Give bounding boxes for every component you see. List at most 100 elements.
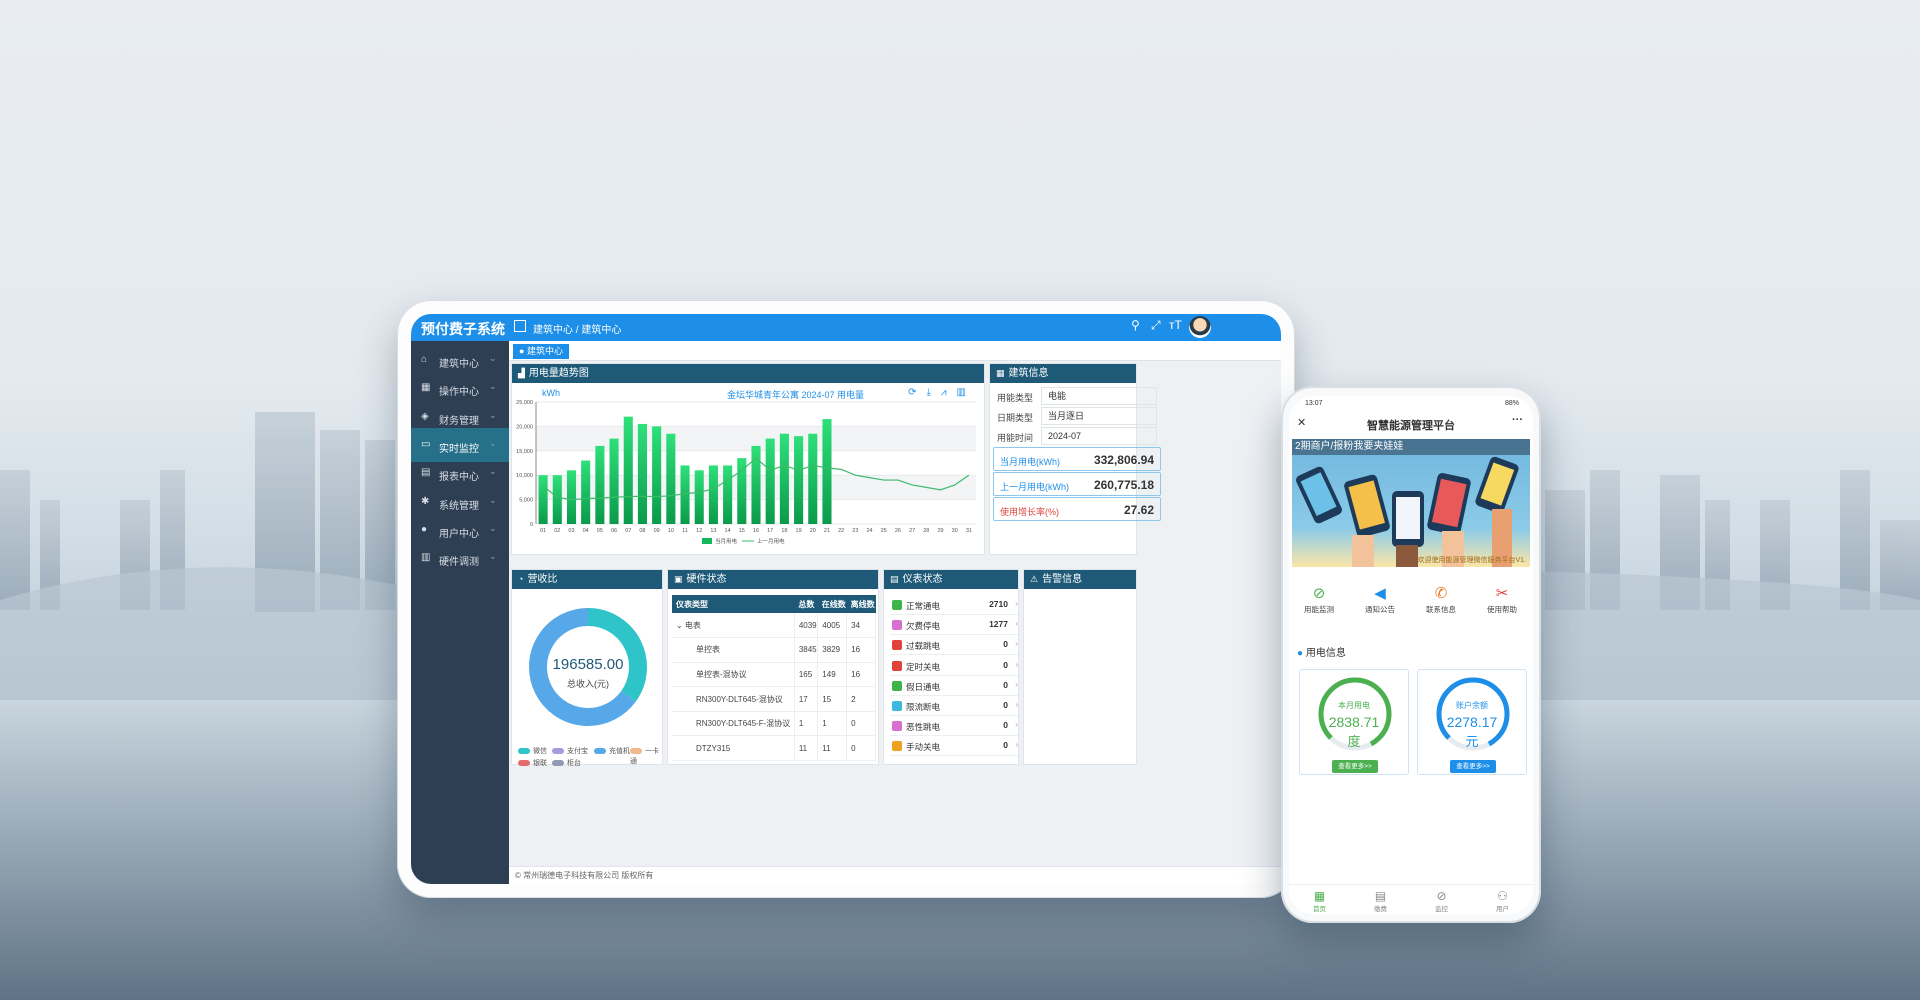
sidebar-item-7[interactable]: ▥ 硬件调测 ⌄ bbox=[411, 541, 509, 575]
status-label: 欠费停电 bbox=[906, 621, 941, 632]
table-row[interactable]: RN300Y-DLT645-F-混协议 1 1 0 bbox=[672, 711, 876, 737]
status-label: 手动关电 bbox=[906, 742, 941, 753]
sidebar-item-label: 实时监控 bbox=[439, 443, 479, 455]
bar[interactable] bbox=[822, 419, 832, 524]
more-icon[interactable]: ··· bbox=[1512, 414, 1523, 426]
bar[interactable] bbox=[765, 438, 775, 524]
x-tick-label: 30 bbox=[952, 528, 958, 534]
bar[interactable] bbox=[595, 445, 605, 524]
legend-swatch bbox=[552, 748, 564, 754]
legend-item[interactable]: 一卡通 bbox=[630, 746, 662, 766]
bar[interactable] bbox=[609, 438, 619, 524]
promo-banner[interactable]: 2期商户/报粉我要夹娃娃 欢迎使用能源管理微信服务平台V1. bbox=[1292, 439, 1530, 567]
bar[interactable] bbox=[538, 475, 548, 524]
quick-link[interactable]: ◀ 通知公告 bbox=[1350, 584, 1410, 615]
table-header: 仪表类型 bbox=[672, 595, 795, 613]
revenue-panel-header: ◔ 营收比 bbox=[512, 570, 662, 589]
legend-item[interactable]: 银联 bbox=[518, 758, 547, 768]
section-label: 用电信息 bbox=[1305, 648, 1346, 659]
bottom-nav-icon: ▦ bbox=[1313, 889, 1326, 903]
table-cell: 165 bbox=[794, 662, 819, 688]
avatar[interactable] bbox=[1189, 316, 1211, 338]
chevron-right-icon: › bbox=[1015, 699, 1018, 709]
bar[interactable] bbox=[623, 416, 633, 524]
main-content: ● 建筑中心 ▟ 用电量趋势图 kWh 金坛华城青年公寓 2024-07 用电量 … bbox=[509, 341, 1281, 884]
meter-status-row[interactable]: 恶性跳电 0 › bbox=[890, 716, 1018, 737]
view-more-button[interactable]: 查看更多>> bbox=[1332, 760, 1378, 773]
status-count: 0 bbox=[1003, 659, 1008, 670]
meter-status-row[interactable]: 过载跳电 0 › bbox=[890, 635, 1018, 656]
phone-device: 13:07 88% ✕ 智慧能源管理平台 ··· 2期商户/报粉我要夹娃娃 欢迎… bbox=[1281, 386, 1541, 923]
table-row[interactable]: DTZY315 11 11 0 bbox=[672, 735, 876, 762]
table-cell: 4005 bbox=[817, 613, 848, 639]
bar[interactable] bbox=[566, 470, 577, 524]
alarm-panel: ⚠ 告警信息 bbox=[1023, 569, 1137, 765]
meter-status-row[interactable]: 欠费停电 1277 › bbox=[890, 615, 1018, 636]
meter-status-row[interactable]: 限流断电 0 › bbox=[890, 696, 1018, 716]
search-icon[interactable]: ⚲ bbox=[1131, 318, 1140, 332]
tablet-screen: 预付费子系统 建筑中心 / 建筑中心 ⚲ ⤢ тT ⌂ 建筑中心 ⌄ ▦ 操作中心 ⌄ ◈ 财… bbox=[411, 314, 1281, 884]
field-select[interactable]: 2024-07 bbox=[1041, 427, 1157, 445]
table-row[interactable]: 单控表-混协议 165 149 16 bbox=[672, 662, 876, 688]
bar[interactable] bbox=[779, 433, 789, 524]
legend-item[interactable]: 微信 bbox=[518, 746, 547, 756]
legend-item[interactable]: 支付宝 bbox=[552, 746, 588, 756]
bar[interactable] bbox=[808, 433, 818, 524]
meter-status-row[interactable]: 正常通电 2710 › bbox=[890, 595, 1018, 615]
legend-item[interactable]: 充值机 bbox=[594, 746, 630, 756]
fullscreen-icon[interactable]: ⤢ bbox=[1151, 318, 1161, 333]
meter-panel-header: ▤ 仪表状态 bbox=[884, 570, 1018, 589]
bar[interactable] bbox=[794, 436, 804, 524]
field-select[interactable]: 电能 bbox=[1041, 387, 1157, 405]
table-header: 离线数 bbox=[846, 595, 876, 613]
x-tick-label: 11 bbox=[682, 528, 688, 534]
stat-label: 上一月用电(kWh) bbox=[1000, 482, 1069, 492]
bottom-nav-item[interactable]: ⊘ 监控 bbox=[1411, 889, 1472, 913]
bottom-nav-item[interactable]: ▦ 首页 bbox=[1289, 889, 1350, 913]
sidebar-item-label: 系统管理 bbox=[439, 500, 479, 512]
quick-link[interactable]: ✂ 使用帮助 bbox=[1472, 584, 1532, 615]
table-cell: 单控表 bbox=[672, 637, 795, 663]
stat-label: 使用增长率(%) bbox=[1000, 507, 1059, 517]
table-row[interactable]: ⌄ 电表 4039 4005 34 bbox=[672, 613, 876, 639]
table-row[interactable]: 单控表 3845 3829 16 bbox=[672, 637, 876, 663]
font-size-icon[interactable]: тT bbox=[1169, 318, 1182, 332]
chevron-down-icon: ⌄ bbox=[489, 409, 497, 420]
bottom-nav-item[interactable]: ▤ 缴费 bbox=[1350, 889, 1411, 913]
bar[interactable] bbox=[637, 423, 647, 524]
status-icon bbox=[892, 721, 902, 732]
bar[interactable] bbox=[723, 465, 733, 524]
menu-toggle-icon[interactable] bbox=[514, 320, 526, 332]
x-tick-label: 25 bbox=[881, 528, 887, 534]
meter-status-row[interactable]: 假日通电 0 › bbox=[890, 676, 1018, 696]
tab-building-center[interactable]: ● 建筑中心 bbox=[513, 344, 569, 359]
chevron-right-icon: › bbox=[1015, 618, 1018, 629]
bar[interactable] bbox=[581, 460, 591, 524]
table-row[interactable]: RN300Y-DLT645-混协议 17 15 2 bbox=[672, 686, 876, 712]
x-tick-label: 07 bbox=[625, 528, 631, 534]
quick-link[interactable]: ⊘ 用能监测 bbox=[1289, 584, 1349, 615]
x-tick-label: 16 bbox=[753, 528, 759, 534]
x-tick-label: 27 bbox=[909, 528, 915, 534]
meter-status-row[interactable]: 手动关电 0 › bbox=[890, 736, 1018, 757]
bottom-nav-item[interactable]: ⚇ 用户 bbox=[1472, 889, 1533, 913]
bar[interactable] bbox=[552, 475, 562, 524]
meter-panel: ▤ 仪表状态 正常通电 2710 › 欠费停电 1277 › 过载跳电 0 › 定时关电 0 › 假日通电… bbox=[883, 569, 1019, 765]
field-select[interactable]: 当月逐日 bbox=[1041, 407, 1157, 425]
quick-link-icon: ✆ bbox=[1434, 585, 1448, 602]
bar[interactable] bbox=[694, 470, 704, 524]
view-more-button[interactable]: 查看更多>> bbox=[1450, 760, 1496, 773]
bar[interactable] bbox=[708, 465, 718, 524]
app-title: 预付费子系统 bbox=[421, 321, 505, 337]
chevron-down-icon: ⌄ bbox=[489, 466, 497, 477]
table-cell: 16 bbox=[846, 662, 876, 688]
legend-item[interactable]: 柜台 bbox=[552, 758, 581, 768]
meter-status-row[interactable]: 定时关电 0 › bbox=[890, 656, 1018, 676]
status-label: 正常通电 bbox=[906, 601, 941, 611]
chevron-right-icon: › bbox=[1015, 658, 1018, 669]
building-icon: ▦ bbox=[996, 368, 1005, 378]
meter-icon: ▤ bbox=[890, 574, 899, 584]
bar[interactable] bbox=[666, 433, 676, 524]
quick-link[interactable]: ✆ 联系信息 bbox=[1411, 584, 1471, 615]
bar[interactable] bbox=[652, 426, 662, 524]
